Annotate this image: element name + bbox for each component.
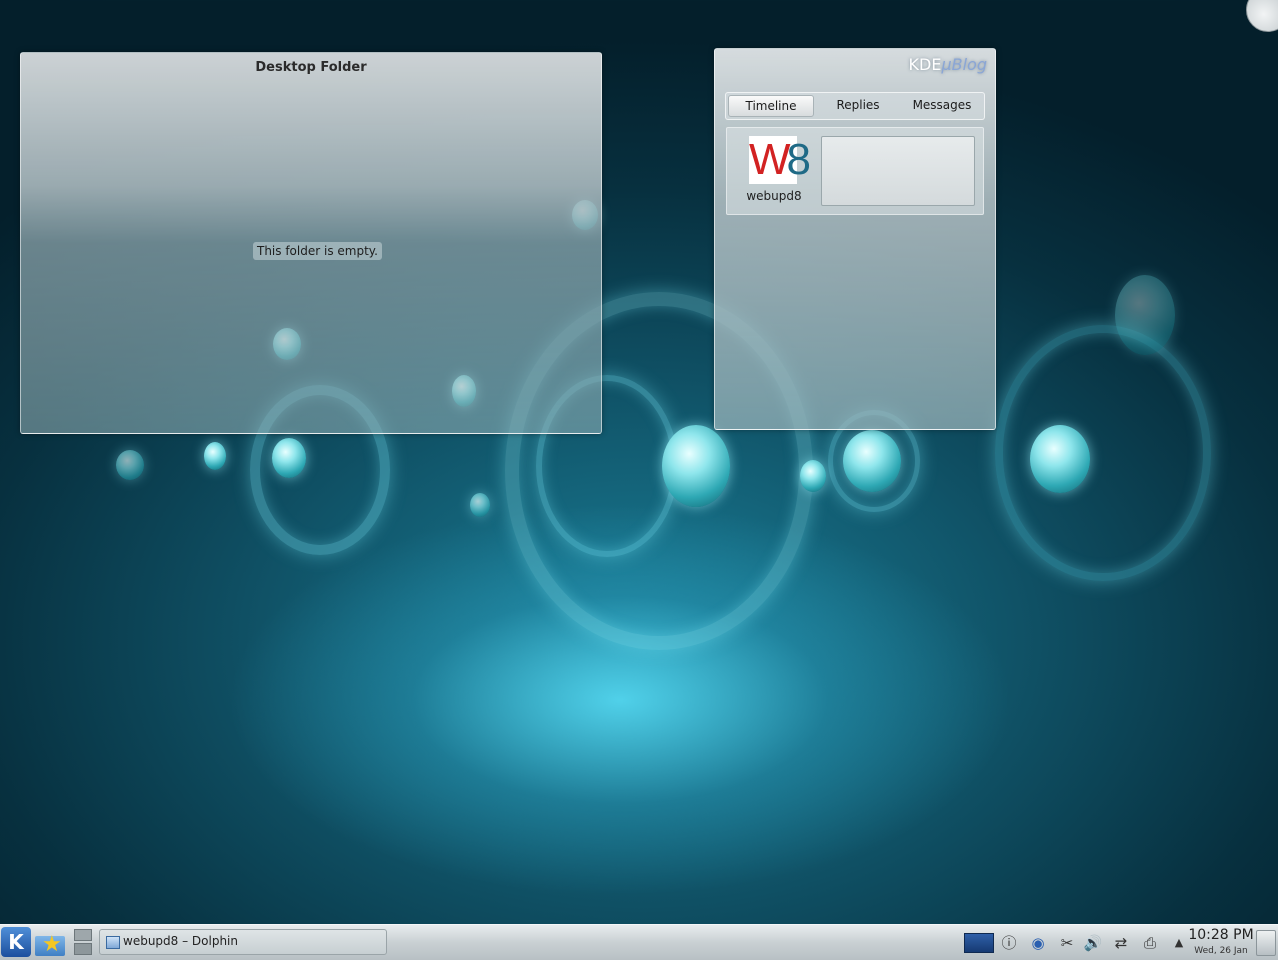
kickoff-menu-button[interactable]: K — [1, 927, 31, 957]
taskbar-panel: K ★ webupd8 – Dolphin ⓘ ◉ ✂ 🔊 ⇄ ⎙ ▲ 10:2… — [0, 924, 1278, 960]
device-slot — [74, 943, 92, 955]
wallpaper-orb — [204, 442, 226, 470]
task-item-dolphin[interactable]: webupd8 – Dolphin — [99, 929, 387, 955]
wallpaper-orb — [116, 450, 144, 480]
desktop-folder-widget[interactable]: Desktop Folder This folder is empty. — [20, 52, 602, 434]
panel-toolbox-icon[interactable] — [1256, 930, 1276, 956]
logo-kde-text: KDE — [908, 55, 942, 74]
folder-empty-message: This folder is empty. — [253, 242, 382, 260]
tab-replies[interactable]: Replies — [816, 93, 900, 119]
microblog-widget[interactable]: KDEμBlog Timeline Replies Messages W8 we… — [714, 48, 996, 430]
info-icon[interactable]: ⓘ — [998, 932, 1020, 954]
desktop-folder-title: Desktop Folder — [255, 60, 367, 75]
volume-icon[interactable]: 🔊 — [1082, 932, 1104, 954]
avatar-digit-8: 8 — [786, 135, 812, 184]
wallpaper-orb — [272, 438, 306, 478]
folder-view-launcher-icon[interactable]: ★ — [35, 930, 65, 956]
dolphin-window-icon — [106, 936, 120, 949]
wallpaper-orb — [1115, 275, 1175, 355]
wallpaper-orb — [470, 493, 490, 517]
tab-timeline[interactable]: Timeline — [728, 95, 814, 117]
post-username[interactable]: webupd8 — [739, 189, 809, 203]
clock-time[interactable]: 10:28 PM — [1188, 927, 1254, 943]
network-icon[interactable]: ⇄ — [1110, 932, 1132, 954]
browser-icon[interactable]: ◉ — [1027, 932, 1049, 954]
clock-date[interactable]: Wed, 26 Jan — [1188, 946, 1254, 956]
post-text-box[interactable] — [821, 136, 975, 206]
device-notifier-icon[interactable] — [72, 927, 92, 957]
wallpaper-orb — [1030, 425, 1090, 493]
device-slot — [74, 929, 92, 941]
star-icon: ★ — [42, 932, 62, 957]
timeline-post: W8 webupd8 — [726, 127, 984, 215]
wallpaper-orb — [800, 460, 826, 492]
avatar-letter-w: W — [749, 135, 790, 184]
klipper-scissors-icon[interactable]: ✂ — [1056, 932, 1078, 954]
tab-messages[interactable]: Messages — [900, 93, 984, 119]
microblog-tabs: Timeline Replies Messages — [725, 92, 985, 120]
microblog-logo: KDEμBlog — [909, 55, 987, 74]
wallpaper-orb — [843, 430, 901, 492]
task-item-label: webupd8 – Dolphin — [123, 934, 238, 948]
desktop-pager-icon[interactable] — [964, 933, 994, 953]
wallpaper-orb — [662, 425, 730, 507]
expand-arrow-icon[interactable]: ▲ — [1168, 932, 1190, 954]
user-avatar[interactable]: W8 — [749, 135, 811, 184]
wallpaper-bubble — [995, 325, 1211, 581]
desktop-toolbox-icon[interactable] — [1246, 0, 1278, 32]
logo-mublog-text: μBlog — [941, 55, 987, 74]
printer-icon[interactable]: ⎙ — [1139, 932, 1161, 954]
